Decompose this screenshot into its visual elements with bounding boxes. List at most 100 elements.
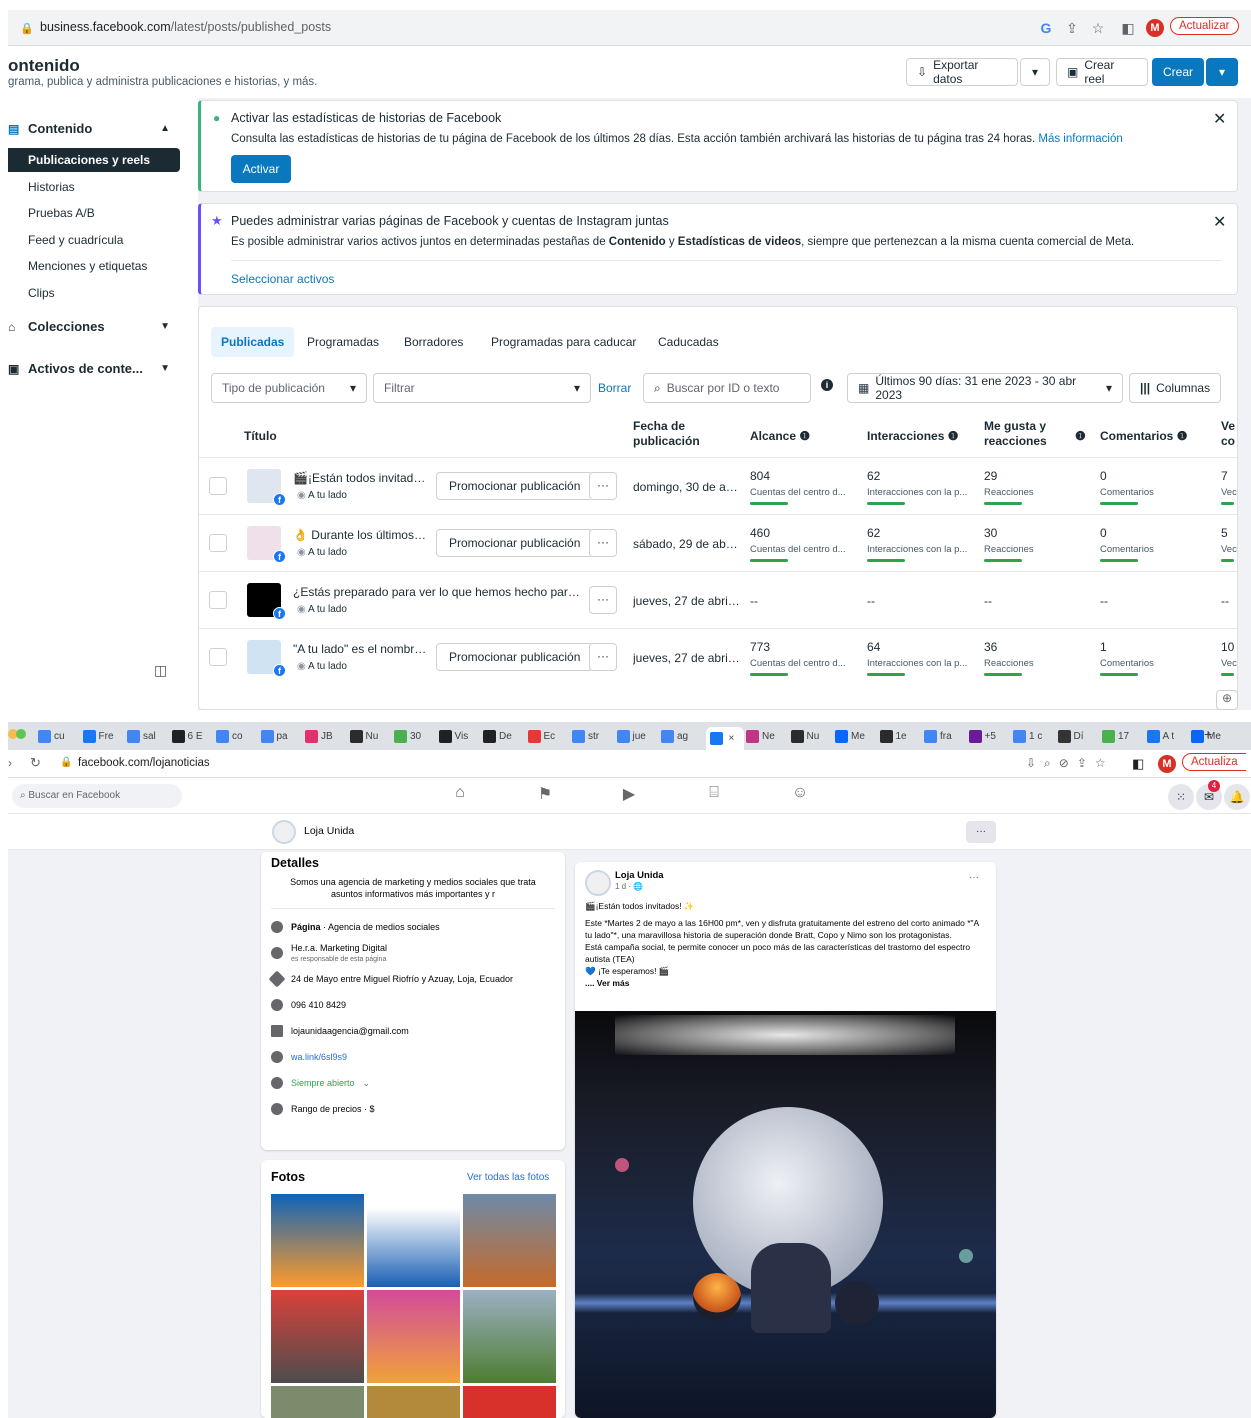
row-checkbox[interactable] bbox=[209, 591, 227, 609]
photo-thumbnail[interactable] bbox=[367, 1194, 460, 1287]
photo-thumbnail[interactable] bbox=[271, 1194, 364, 1287]
browser-tab[interactable]: Me bbox=[835, 727, 877, 745]
tab-drafts[interactable]: Borradores bbox=[394, 327, 473, 357]
row-more-button[interactable]: ··· bbox=[589, 529, 617, 557]
browser-tab[interactable]: sal bbox=[127, 727, 169, 745]
hours-row[interactable]: Siempre abierto ⌄ bbox=[271, 1074, 370, 1092]
info-icon[interactable]: i bbox=[821, 379, 833, 391]
export-dropdown-button[interactable]: ▾ bbox=[1020, 58, 1050, 86]
side-panel-icon[interactable]: ◧ bbox=[1132, 756, 1144, 772]
profile-avatar[interactable]: M bbox=[1146, 19, 1164, 37]
post-type-select[interactable]: Tipo de publicación ▾ bbox=[211, 373, 367, 403]
post-title[interactable]: 👌 Durante los últimos a... bbox=[293, 528, 429, 542]
col-interactions[interactable]: Interacciones ❶ bbox=[867, 429, 958, 443]
photo-thumbnail[interactable] bbox=[271, 1290, 364, 1383]
col-views[interactable]: Ve co bbox=[1221, 419, 1237, 449]
table-row[interactable]: f "A tu lado" es el nombre ... ◉ A tu la… bbox=[199, 629, 1237, 685]
video-icon[interactable]: ▶ bbox=[617, 784, 641, 808]
promote-post-button[interactable]: Promocionar publicación bbox=[436, 643, 594, 671]
create-reel-button[interactable]: ▣ Crear reel bbox=[1056, 58, 1148, 86]
browser-tab[interactable]: 17 bbox=[1102, 727, 1144, 745]
sidebar-item-feed-grid[interactable]: Feed y cuadrícula bbox=[8, 228, 180, 252]
browser-tab[interactable]: +5 bbox=[968, 727, 1011, 745]
sidebar-item-ab-tests[interactable]: Pruebas A/B bbox=[8, 201, 180, 225]
row-checkbox[interactable] bbox=[209, 648, 227, 666]
post-author[interactable]: Loja Unida bbox=[615, 870, 664, 881]
tab-expiring[interactable]: Programadas para caducar bbox=[481, 327, 646, 357]
photo-thumbnail[interactable] bbox=[271, 1386, 364, 1418]
col-title[interactable]: Título bbox=[244, 429, 277, 443]
browser-tab[interactable]: 1 c bbox=[1013, 727, 1055, 745]
photo-thumbnail[interactable] bbox=[367, 1386, 460, 1418]
sidebar-item-mentions[interactable]: Menciones y etiquetas bbox=[8, 254, 180, 278]
toolbar-icons[interactable]: ⇩⌕⊘⇪☆ bbox=[1026, 756, 1114, 771]
photo-thumbnail[interactable] bbox=[463, 1290, 556, 1383]
table-row[interactable]: f ¿Estás preparado para ver lo que hemos… bbox=[199, 572, 1237, 628]
sidebar-group-content[interactable]: ▤ Contenido ▲ bbox=[8, 116, 180, 142]
more-info-link[interactable]: Más información bbox=[1038, 133, 1122, 145]
export-button[interactable]: ⇩ Exportar datos bbox=[906, 58, 1018, 86]
flag-icon[interactable]: ⚑ bbox=[533, 784, 557, 808]
table-row[interactable]: f 🎬¡Están todos invitados!... ◉ A tu lad… bbox=[199, 458, 1237, 514]
photo-thumbnail[interactable] bbox=[367, 1290, 460, 1383]
browser-tab[interactable]: Dí bbox=[1057, 727, 1100, 745]
col-comments[interactable]: Comentarios ❶ bbox=[1100, 429, 1187, 443]
promote-post-button[interactable]: Promocionar publicación bbox=[436, 472, 594, 500]
browser-tab[interactable]: str bbox=[572, 727, 614, 745]
marketplace-icon[interactable]: ⌸ bbox=[702, 784, 726, 808]
browser-tab[interactable]: jue bbox=[616, 727, 659, 745]
new-tab-button[interactable]: + bbox=[1204, 726, 1212, 742]
photo-thumbnail[interactable] bbox=[463, 1194, 556, 1287]
table-row[interactable]: f 👌 Durante los últimos a... ◉ A tu lado… bbox=[199, 515, 1237, 571]
maximize-dot[interactable] bbox=[16, 729, 26, 739]
menu-grid-icon[interactable]: ⁙ bbox=[1168, 784, 1194, 810]
browser-tab[interactable]: × bbox=[705, 727, 744, 750]
row-checkbox[interactable] bbox=[209, 534, 227, 552]
groups-icon[interactable]: ☺ bbox=[788, 784, 812, 808]
sidebar-item-clips[interactable]: Clips bbox=[8, 281, 180, 305]
home-icon[interactable]: ⌂ bbox=[448, 784, 472, 808]
browser-tab[interactable]: Vis bbox=[438, 727, 481, 745]
browser-tab[interactable]: co bbox=[216, 727, 258, 745]
create-dropdown-button[interactable]: ▾ bbox=[1206, 58, 1238, 86]
post-author-avatar[interactable] bbox=[585, 870, 611, 896]
toggle-sidebar-icon[interactable]: ◫ bbox=[154, 662, 167, 679]
browser-tab[interactable]: De bbox=[483, 727, 525, 745]
see-more-link[interactable]: .... Ver más bbox=[585, 977, 985, 989]
post-options-button[interactable]: ··· bbox=[969, 872, 979, 883]
post-title[interactable]: ¿Estás preparado para ver lo que hemos h… bbox=[293, 585, 583, 599]
close-icon[interactable]: ✕ bbox=[1213, 212, 1226, 232]
col-date[interactable]: Fecha de publicación bbox=[633, 419, 713, 449]
post-title[interactable]: "A tu lado" es el nombre ... bbox=[293, 642, 429, 656]
row-more-button[interactable]: ··· bbox=[589, 643, 617, 671]
post-video[interactable] bbox=[575, 1011, 996, 1418]
browser-tab[interactable]: Fre bbox=[82, 727, 125, 745]
activate-button[interactable]: Activar bbox=[231, 155, 291, 183]
update-button[interactable]: Actualiza bbox=[1182, 753, 1246, 771]
page-avatar[interactable] bbox=[272, 820, 296, 844]
create-button[interactable]: Crear bbox=[1152, 58, 1204, 86]
tab-scheduled[interactable]: Programadas bbox=[297, 327, 389, 357]
columns-button[interactable]: ||| Columnas bbox=[1129, 373, 1221, 403]
clear-filters-link[interactable]: Borrar bbox=[598, 381, 631, 395]
post-title[interactable]: 🎬¡Están todos invitados!... bbox=[293, 471, 429, 485]
sidebar-group-collections[interactable]: ⌂ Colecciones ▼ bbox=[8, 314, 180, 340]
forward-icon[interactable]: › bbox=[8, 756, 12, 770]
col-reach[interactable]: Alcance ❶ bbox=[750, 429, 810, 443]
sidebar-item-stories[interactable]: Historias bbox=[8, 175, 180, 199]
filter-select[interactable]: Filtrar ▾ bbox=[373, 373, 591, 403]
address-bar[interactable]: business.facebook.com/latest/posts/publi… bbox=[40, 20, 331, 34]
browser-tab[interactable]: JB bbox=[305, 727, 347, 745]
row-more-button[interactable]: ··· bbox=[589, 586, 617, 614]
tab-published[interactable]: Publicadas bbox=[211, 327, 295, 357]
close-icon[interactable]: × bbox=[729, 733, 735, 744]
side-panel-icon[interactable]: ◧ bbox=[1118, 18, 1138, 38]
browser-tab[interactable]: cu bbox=[38, 727, 80, 745]
profile-avatar[interactable]: M bbox=[1158, 755, 1176, 773]
col-likes[interactable]: Me gusta y reacciones bbox=[984, 419, 1064, 449]
update-button[interactable]: Actualizar bbox=[1170, 17, 1239, 35]
date-range-select[interactable]: ▦ Últimos 90 días: 31 ene 2023 - 30 abr 2… bbox=[847, 373, 1123, 403]
sidebar-item-posts-reels[interactable]: Publicaciones y reels bbox=[8, 148, 180, 172]
photo-thumbnail[interactable] bbox=[463, 1386, 556, 1418]
browser-tab[interactable]: ag bbox=[661, 727, 703, 745]
